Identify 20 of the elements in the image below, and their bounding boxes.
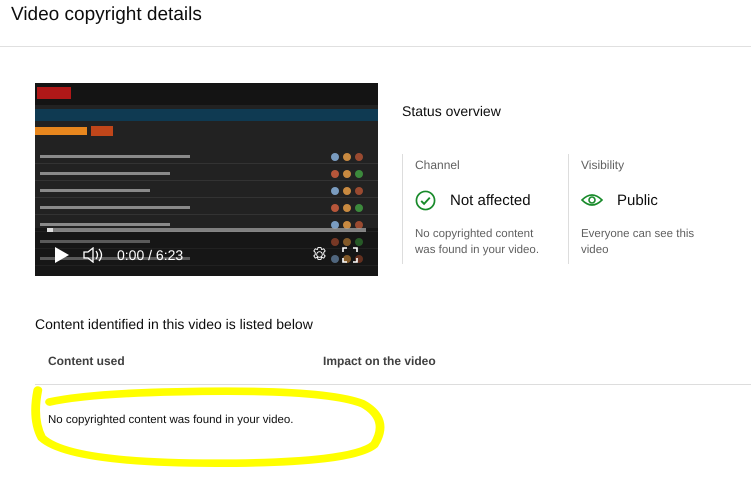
page-title: Video copyright details	[11, 3, 203, 27]
column-header: Impact on the video	[323, 354, 437, 368]
status-description: No copyrighted content was found in your video.	[415, 227, 540, 258]
status-value: Not affected	[450, 192, 531, 208]
empty-message: No copyrighted content was found in your video.	[47, 413, 294, 426]
fullscreen-icon[interactable]	[342, 246, 358, 262]
check-circle-icon	[415, 190, 436, 210]
status-description: Everyone can see this video	[581, 227, 696, 258]
settings-icon[interactable]	[311, 246, 328, 263]
section-heading: Content identified in this video is listed below	[35, 316, 314, 332]
volume-icon[interactable]	[83, 246, 103, 262]
play-icon[interactable]	[55, 246, 69, 262]
progress-bar[interactable]	[47, 228, 54, 232]
status-value: Public	[617, 192, 658, 208]
status-label: Channel	[415, 158, 461, 172]
status-label: Visibility	[581, 158, 626, 172]
section-title: Status overview	[402, 103, 502, 119]
eye-icon	[581, 193, 603, 207]
video-time: 0:00 / 6:23	[117, 246, 184, 262]
column-header: Content used	[47, 354, 126, 368]
